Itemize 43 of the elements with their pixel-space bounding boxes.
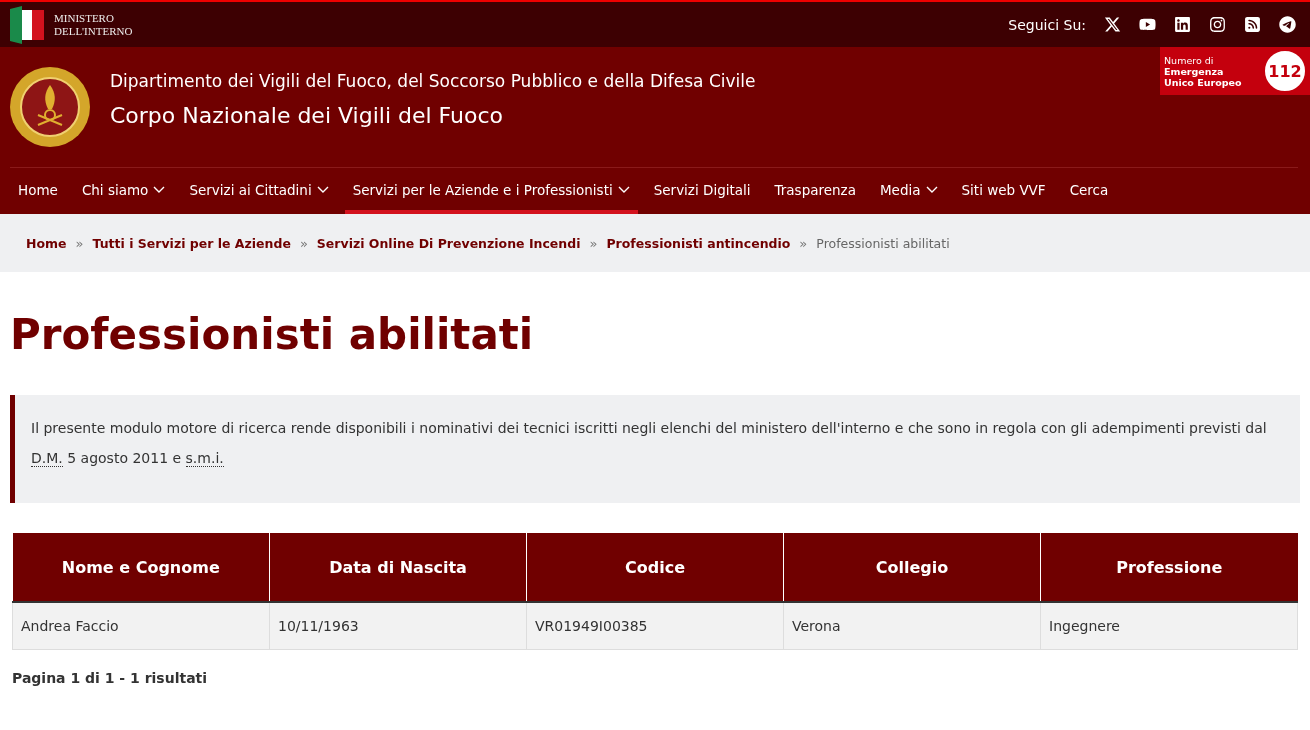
nav-link[interactable]: Servizi Digitali	[645, 168, 759, 214]
youtube-icon[interactable]	[1139, 16, 1156, 33]
telegram-icon[interactable]	[1279, 16, 1296, 33]
rss-icon[interactable]	[1244, 16, 1261, 33]
department-name: Dipartimento dei Vigili del Fuoco, del Soccorso Pubblico e della Difesa Civile	[110, 71, 756, 91]
italian-flag-icon	[10, 5, 46, 44]
breadcrumb-separator: »	[299, 235, 308, 251]
pagination-info: Pagina 1 di 1 - 1 risultati	[12, 670, 209, 686]
page-title: Professionisti abilitati	[10, 310, 535, 359]
x-logo-icon[interactable]	[1104, 16, 1121, 33]
table-cell: 10/11/1963	[269, 602, 527, 650]
follow-label: Seguici Su:	[1008, 16, 1086, 33]
nav-link[interactable]: Home	[10, 168, 66, 214]
fire-brigade-emblem-icon	[10, 67, 90, 147]
emergency-number-banner[interactable]: Numero di Emergenza Unico Europeo 112	[1160, 47, 1310, 95]
nav-link[interactable]: Media	[871, 168, 946, 214]
nav-link[interactable]: Siti web VVF	[953, 168, 1054, 214]
instagram-icon[interactable]	[1209, 16, 1226, 33]
column-header: Data di Nascita	[269, 533, 527, 602]
corps-name: Corpo Nazionale dei Vigili del Fuoco	[110, 103, 504, 128]
column-header: Nome e Cognome	[12, 533, 270, 602]
table-cell: Andrea Faccio	[12, 602, 270, 650]
nav-link[interactable]: Chi siamo	[73, 168, 174, 214]
table-cell: Verona	[783, 602, 1041, 650]
nav-link[interactable]: Cerca	[1061, 168, 1117, 214]
breadcrumb-separator: »	[589, 235, 598, 251]
breadcrumb-link[interactable]: Servizi Online Di Prevenzione Incendi	[316, 235, 581, 251]
column-header: Professione	[1040, 533, 1298, 602]
column-header: Collegio	[783, 533, 1041, 602]
column-header: Codice	[526, 533, 784, 602]
ministry-name: MINISTERO DELL'INTERNO	[54, 11, 133, 38]
breadcrumb-link[interactable]: Tutti i Servizi per le Aziende	[92, 235, 291, 251]
nav-link[interactable]: Trasparenza	[766, 168, 864, 214]
breadcrumb-current: Professionisti abilitati	[816, 235, 950, 251]
table-cell: Ingegnere	[1040, 602, 1298, 650]
breadcrumb-link[interactable]: Home	[26, 235, 67, 251]
table-cell: VR01949I00385	[526, 602, 784, 650]
nav-link[interactable]: Servizi ai Cittadini	[181, 168, 337, 214]
intro-paragraph: Il presente modulo motore di ricerca rende disponibili i nominativi dei tecnici iscritti negli elenchi del ministero dell'interno e che sono in regola con gli adempimenti previsti dal D.M. 5 agosto 2011 e s.m.i.	[31, 419, 1268, 469]
breadcrumb-separator: »	[799, 235, 808, 251]
breadcrumb-separator: »	[75, 235, 84, 251]
linkedin-icon[interactable]	[1174, 16, 1191, 33]
breadcrumb-link[interactable]: Professionisti antincendio	[606, 235, 791, 251]
